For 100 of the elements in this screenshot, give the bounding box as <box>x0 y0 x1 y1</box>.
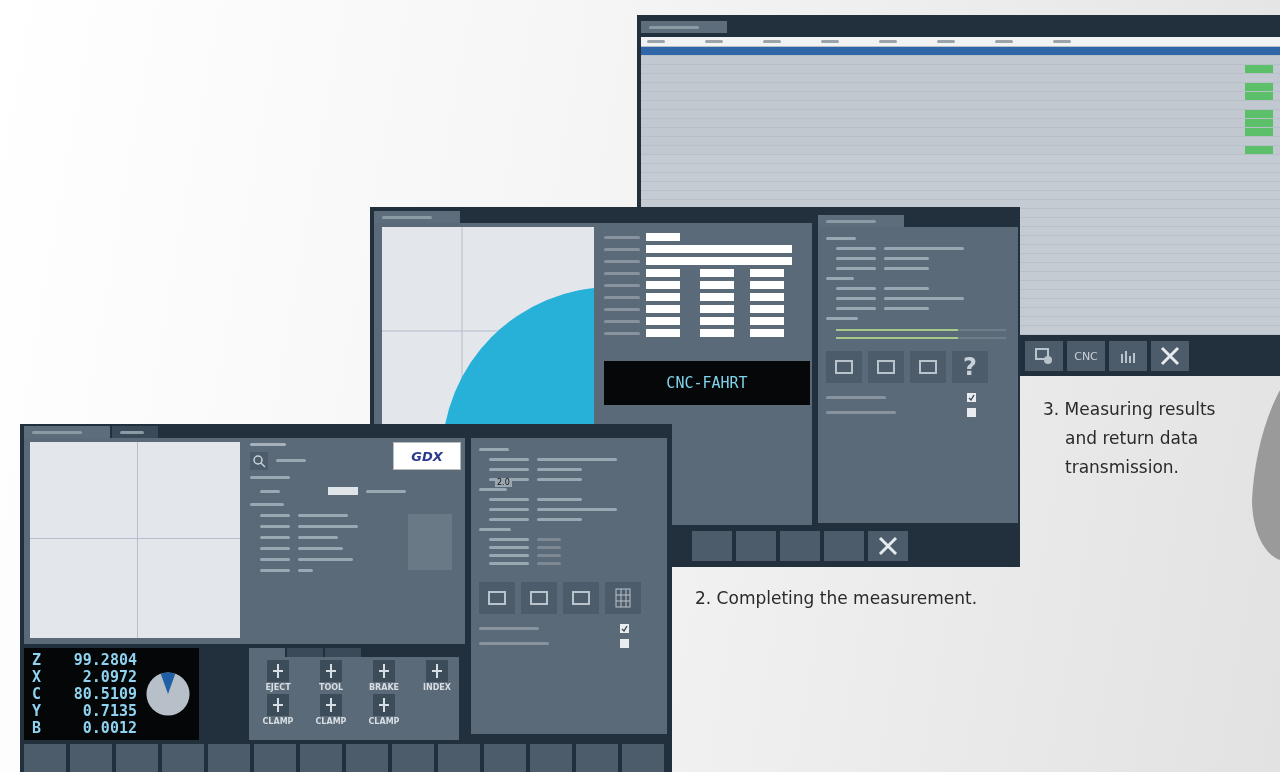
placeholder-line <box>489 518 529 521</box>
toolbar-button[interactable] <box>24 744 66 772</box>
chart-button[interactable] <box>1109 341 1147 371</box>
placeholder-line <box>382 215 432 219</box>
action-button[interactable]: TOOL <box>306 660 356 692</box>
toolbar-button[interactable] <box>438 744 480 772</box>
placeholder-line <box>604 271 640 275</box>
placeholder-line <box>250 442 286 446</box>
toolbar-button[interactable] <box>622 744 664 772</box>
checkbox[interactable] <box>967 408 976 417</box>
table-row[interactable] <box>641 128 1280 136</box>
toolbar-button[interactable] <box>576 744 618 772</box>
help-button[interactable]: ? <box>952 351 988 383</box>
toolbar-button[interactable] <box>162 744 204 772</box>
input-field[interactable] <box>750 317 784 325</box>
input-field[interactable] <box>646 305 680 313</box>
input-field[interactable] <box>750 281 784 289</box>
input-field[interactable] <box>646 329 680 337</box>
input-field[interactable] <box>700 293 734 301</box>
tool-button[interactable] <box>910 351 946 383</box>
placeholder-line <box>826 237 856 240</box>
input-field[interactable] <box>700 281 734 289</box>
placeholder-line <box>884 287 929 290</box>
close-button[interactable] <box>868 531 908 561</box>
action-button[interactable]: CLAMP <box>253 694 303 726</box>
input-field[interactable] <box>328 487 358 495</box>
table-row[interactable] <box>641 119 1280 127</box>
caption: 2. Completing the measurement. <box>695 588 979 608</box>
checkbox[interactable] <box>620 624 629 633</box>
axis-label: C <box>32 685 42 703</box>
input-field[interactable] <box>646 293 680 301</box>
tool-button[interactable] <box>563 582 599 614</box>
toolbar-button[interactable] <box>530 744 572 772</box>
table-row[interactable] <box>641 101 1280 109</box>
action-button[interactable]: BRAKE <box>359 660 409 692</box>
placeholder-line <box>366 489 406 493</box>
table-row[interactable] <box>641 92 1280 100</box>
toolbar-button[interactable] <box>484 744 526 772</box>
table-row[interactable] <box>641 56 1280 64</box>
input-field[interactable] <box>700 305 734 313</box>
axis-label: Y <box>32 702 42 720</box>
toolbar-button[interactable] <box>692 531 732 561</box>
action-button[interactable]: CLAMP <box>306 694 356 726</box>
input-field[interactable] <box>750 269 784 277</box>
input-field[interactable] <box>646 233 680 241</box>
input-field[interactable] <box>646 269 680 277</box>
close-button[interactable] <box>1151 341 1189 371</box>
placeholder-line <box>260 547 290 550</box>
search-button[interactable] <box>250 451 268 470</box>
placeholder-line <box>120 430 144 434</box>
placeholder-line <box>260 569 290 572</box>
input-field[interactable] <box>700 329 734 337</box>
input-field[interactable] <box>646 245 792 253</box>
toolbar-button[interactable] <box>346 744 388 772</box>
placeholder-line <box>479 488 507 491</box>
tab[interactable] <box>24 426 110 438</box>
toolbar-button[interactable] <box>392 744 434 772</box>
table-row[interactable] <box>641 137 1280 145</box>
plus-icon <box>267 694 289 716</box>
transfer-button[interactable] <box>1025 341 1063 371</box>
toolbar-button[interactable] <box>70 744 112 772</box>
table-row[interactable] <box>641 65 1280 73</box>
tab[interactable] <box>374 211 460 223</box>
tab[interactable] <box>818 215 904 227</box>
table-row[interactable] <box>641 74 1280 82</box>
toolbar-button[interactable] <box>116 744 158 772</box>
checkbox[interactable] <box>620 639 629 648</box>
tool-button[interactable] <box>479 582 515 614</box>
input-field[interactable] <box>700 269 734 277</box>
toolbar-button[interactable] <box>736 531 776 561</box>
input-field[interactable] <box>646 281 680 289</box>
keypad-button[interactable] <box>605 582 641 614</box>
table-row[interactable] <box>641 146 1280 154</box>
toolbar-button[interactable] <box>254 744 296 772</box>
input-field[interactable] <box>750 305 784 313</box>
tab[interactable] <box>112 426 158 438</box>
tool-button[interactable] <box>826 351 862 383</box>
table-row[interactable] <box>641 110 1280 118</box>
toolbar-button[interactable] <box>300 744 342 772</box>
action-button[interactable]: INDEX <box>412 660 462 692</box>
input-field[interactable] <box>646 257 792 265</box>
toolbar-button[interactable] <box>780 531 820 561</box>
input-field[interactable] <box>750 293 784 301</box>
placeholder-line <box>489 508 529 511</box>
tool-button[interactable] <box>521 582 557 614</box>
input-field[interactable] <box>646 317 680 325</box>
table-row[interactable] <box>641 83 1280 91</box>
input-field[interactable] <box>750 329 784 337</box>
toolbar-button[interactable] <box>208 744 250 772</box>
tool-button[interactable] <box>868 351 904 383</box>
input-field[interactable] <box>700 317 734 325</box>
checkbox[interactable] <box>967 393 976 402</box>
placeholder-line <box>298 514 348 517</box>
placeholder-line <box>537 538 561 541</box>
cnc-button[interactable]: CNC <box>1067 341 1105 371</box>
tab[interactable] <box>641 21 727 33</box>
action-button[interactable]: CLAMP <box>359 694 409 726</box>
action-button[interactable]: EJECT <box>253 660 303 692</box>
table-row[interactable] <box>641 47 1280 55</box>
axis-value: 2.0972 <box>82 668 137 686</box>
